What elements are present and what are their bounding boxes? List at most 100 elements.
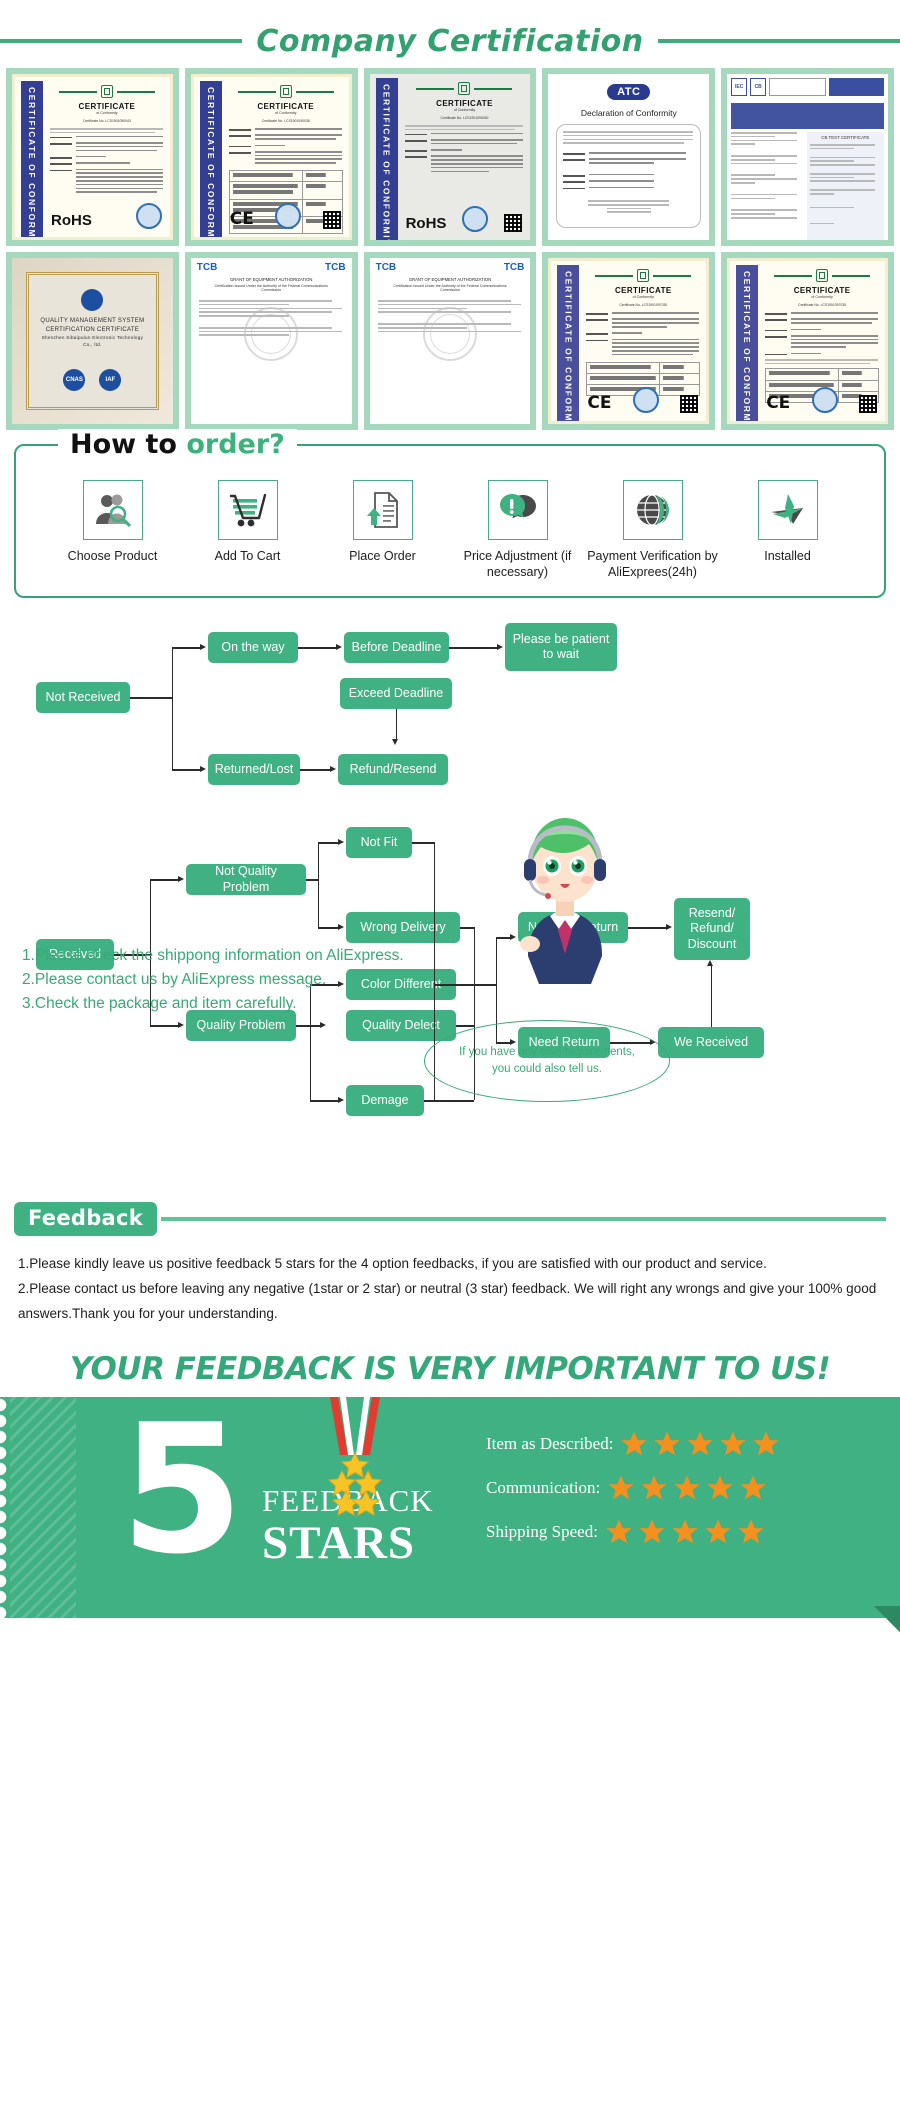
certificate-side-band: CERTIFICATE OF CONFORMITY <box>736 265 759 421</box>
declaration-body <box>556 124 702 228</box>
chat-alert-icon <box>487 480 548 540</box>
certificate-card[interactable]: CERTIFICATE OF CONFORMITY CERTIFICATE of… <box>542 252 716 430</box>
certificate-card[interactable]: QUALITY MANAGEMENT SYSTEM CERTIFICATION … <box>6 252 179 430</box>
how-to-order-title-green: order? <box>186 429 285 460</box>
stamp-icon <box>811 387 838 413</box>
flow-node-we-received[interactable]: We Received <box>658 1027 764 1059</box>
flow-node-refund-resend[interactable]: Refund/Resend <box>338 754 448 786</box>
flow-node-not-fit[interactable]: Not Fit <box>346 827 412 859</box>
order-step-price-adjustment[interactable]: Price Adjustment (if necessary) <box>451 480 584 580</box>
stamp-icon <box>462 206 489 232</box>
stamp-icon <box>275 203 302 229</box>
certificate-card[interactable]: CERTIFICATE OF CONFORMITY CERTIFICATE of… <box>6 68 179 246</box>
seal-icon <box>100 85 113 98</box>
title-rule-left <box>0 39 243 43</box>
flow-node-before-deadline[interactable]: Before Deadline <box>344 632 449 664</box>
certificate-header-rule <box>50 85 164 98</box>
airplane-icon <box>757 480 818 540</box>
ce-mark: CE <box>229 209 254 229</box>
rating-stars <box>619 1429 781 1459</box>
certificate-card[interactable]: CERTIFICATE OF CONFORMITY CERTIFICATE of… <box>363 68 537 246</box>
flow-node-resend-refund-discount[interactable]: Resend/ Refund/ Discount <box>674 898 750 961</box>
certificate-body-text <box>404 125 525 174</box>
certificate-reference: Certificate No. LCS1901090038 <box>261 119 310 123</box>
seal-icon <box>816 269 829 282</box>
flow-node-please-wait[interactable]: Please be patient to wait <box>505 623 617 672</box>
shopping-cart-icon <box>217 480 278 540</box>
order-step-add-to-cart[interactable]: Add To Cart <box>181 480 314 565</box>
certification-title: Company Certification <box>256 23 644 59</box>
cnas-badge: CNAS <box>63 369 86 391</box>
star-icon <box>707 1475 733 1500</box>
certificate-card[interactable]: TCB TCB GRANT OF EQUIPMENT AUTHORIZATION … <box>363 252 537 430</box>
order-step-label: Place Order <box>349 549 416 563</box>
flow-node-not-quality-problem[interactable]: Not Quality Problem <box>186 864 306 896</box>
certificate-reference: Certificate No. LCS1901090043 <box>82 119 131 123</box>
certificate-header-rule <box>586 269 700 282</box>
feedback-header: Feedback <box>0 1202 900 1237</box>
rating-label: Communication: <box>486 1478 601 1498</box>
stamp-icon <box>632 387 659 413</box>
medal-icon <box>320 1397 390 1537</box>
how-to-order-title-black: How to <box>70 429 187 460</box>
order-step-place-order[interactable]: Place Order <box>316 480 449 565</box>
flow-node-demage[interactable]: Demage <box>346 1085 424 1117</box>
flow-node-returned-lost[interactable]: Returned/Lost <box>208 754 300 786</box>
flow-node-on-the-way[interactable]: On the way <box>208 632 298 664</box>
order-step-label: Add To Cart <box>214 549 281 563</box>
flow-node-exceed-deadline[interactable]: Exceed Deadline <box>340 678 452 710</box>
globe-icon <box>622 480 683 540</box>
feedback-text: 1.Please kindly leave us positive feedba… <box>0 1236 900 1333</box>
seal-icon <box>637 269 650 282</box>
ratings-list: Item as Described: Communication: Shippi… <box>486 1429 781 1561</box>
feedback-paragraph-2: 2.Please contact us before leaving any n… <box>18 1281 877 1322</box>
certificate-subheading: of Conformity <box>632 295 654 299</box>
certificate-header-rule <box>405 82 525 95</box>
how-to-order-section: How to order? Choose Product Add To Cart… <box>0 429 900 602</box>
qms-seal-icon <box>81 289 104 311</box>
shipping-notes: 1.Please check the shippong information … <box>22 944 404 1016</box>
star-icon <box>641 1475 667 1500</box>
certificate-card[interactable]: IEC CB CB TEST CERTIFICATE <box>721 68 894 246</box>
order-step-payment-verification[interactable]: Payment Verification by AliExprees(24h) <box>586 480 719 580</box>
iaf-badge: IAF <box>99 369 122 391</box>
star-icon <box>608 1475 634 1500</box>
star-icon <box>753 1431 779 1456</box>
five-stars-banner: 5 FEEDBACK STARS <box>0 1397 900 1633</box>
certificate-card[interactable]: CERTIFICATE OF CONFORMITY CERTIFICATE of… <box>721 252 894 430</box>
certificate-subheading: of Conformity <box>96 111 118 115</box>
certificate-grid: CERTIFICATE OF CONFORMITY CERTIFICATE of… <box>0 68 900 430</box>
star-icon <box>606 1519 632 1544</box>
certificate-side-band: CERTIFICATE OF CONFORMITY <box>375 78 398 240</box>
rating-label: Shipping Speed: <box>486 1522 598 1542</box>
certificate-card[interactable]: TCB TCB GRANT OF EQUIPMENT AUTHORIZATION … <box>184 252 358 430</box>
certificate-reference: Certificate No. LCS1901097035 <box>798 303 847 307</box>
rating-row: Item as Described: <box>486 1429 781 1459</box>
tcb-logo: TCB <box>196 262 218 273</box>
stamp-icon <box>135 203 162 229</box>
certificate-side-band: CERTIFICATE OF CONFORMITY <box>21 81 43 237</box>
ce-mark: CE <box>766 393 791 413</box>
seal-icon <box>279 85 292 98</box>
qms-company: Shenzhen Sibaipulun Electronic Technolog… <box>41 335 144 340</box>
certificate-subheading: of Conformity <box>275 111 297 115</box>
feedback-paragraph-1: 1.Please kindly leave us positive feedba… <box>18 1256 767 1272</box>
note-line-2: 2.Please contact us by AliExpress messag… <box>22 971 327 989</box>
star-icon <box>720 1431 746 1456</box>
seal-icon <box>458 82 471 95</box>
order-step-installed[interactable]: Installed <box>721 480 854 565</box>
company-certification-section: Company Certification CERTIFICATE OF CON… <box>0 0 900 430</box>
qr-code-icon <box>680 395 699 413</box>
qms-company-2: Co., ltd. <box>83 341 102 347</box>
certificate-card[interactable]: ATC Declaration of Conformity <box>542 68 716 246</box>
qr-code-icon <box>859 395 877 413</box>
order-step-choose-product[interactable]: Choose Product <box>46 480 179 565</box>
certificate-body-text <box>50 128 164 195</box>
feedback-banner-title: YOUR FEEDBACK IS VERY IMPORTANT TO US! <box>69 1351 831 1388</box>
received-flowchart: Received Not Quality Problem Quality Pro… <box>0 794 900 1194</box>
flow-node-wrong-delivery[interactable]: Wrong Delivery <box>346 912 460 944</box>
flow-node-not-received[interactable]: Not Received <box>36 682 130 714</box>
bubble-line-1: If you have any else requirements, <box>459 1046 635 1058</box>
banner-corner-fold <box>874 1606 900 1633</box>
certificate-card[interactable]: CERTIFICATE OF CONFORMITY CERTIFICATE of… <box>184 68 358 246</box>
